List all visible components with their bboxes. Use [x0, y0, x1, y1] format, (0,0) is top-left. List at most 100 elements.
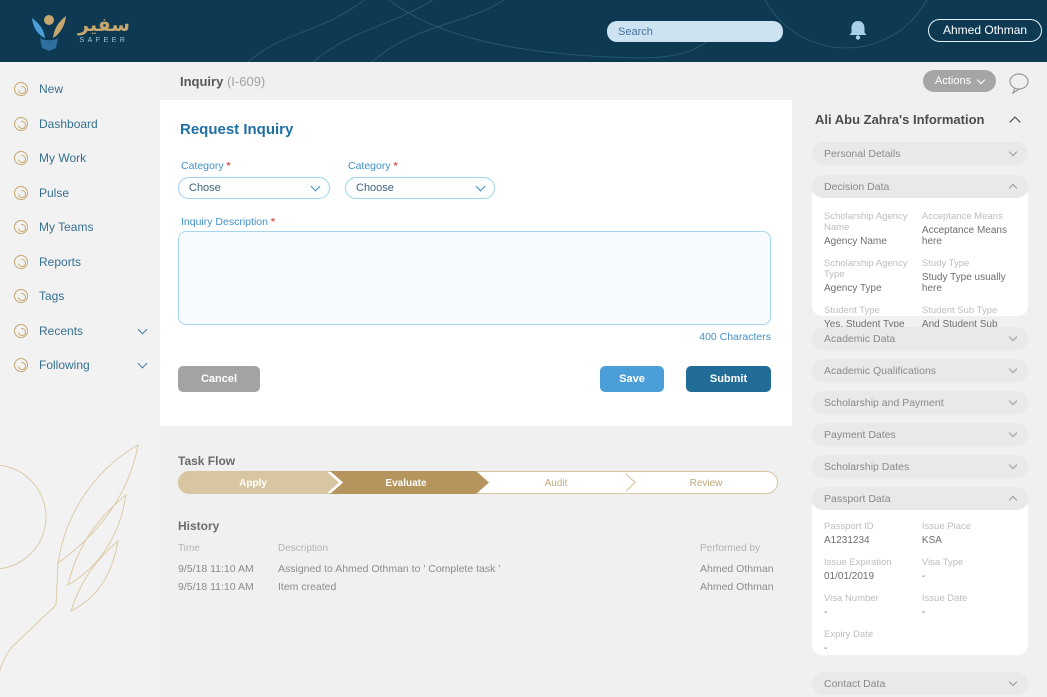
top-navbar: سفير SAFEER Ahmed Othman	[0, 0, 1047, 62]
page-item-id: (I-609)	[227, 74, 265, 89]
accordion-scholarship-dates[interactable]: Scholarship Dates	[812, 455, 1028, 478]
form-heading: Request Inquiry	[180, 121, 293, 138]
category-1-label: Category *	[181, 160, 231, 172]
sidebar-item-new[interactable]: New	[0, 72, 160, 107]
chevron-up-icon[interactable]	[1009, 116, 1020, 127]
chevron-down-icon	[1009, 429, 1017, 437]
sidebar-item-label: Pulse	[39, 186, 146, 200]
accordion-academic-data[interactable]: Academic Data	[812, 327, 1028, 350]
circle-placeholder-icon	[14, 324, 28, 338]
sidebar-item-recents[interactable]: Recents	[0, 314, 160, 349]
wing-watermark	[0, 437, 160, 697]
task-flow-step-evaluate[interactable]: Evaluate	[385, 478, 427, 489]
history-description: Assigned to Ahmed Othman to ' Complete t…	[278, 563, 500, 575]
sidebar-item-label: New	[39, 82, 146, 96]
info-field: Issue Expiration 01/01/2019	[824, 557, 922, 582]
info-field: Study Type Study Type usually here	[922, 258, 1016, 294]
history-performed-by: Ahmed Othman	[700, 581, 774, 593]
safeer-logo[interactable]: سفير SAFEER	[26, 8, 130, 52]
chevron-down-icon	[138, 359, 148, 369]
character-counter: 400 Characters	[571, 331, 771, 343]
chevron-down-icon	[138, 324, 148, 334]
notification-bell-icon[interactable]	[848, 20, 868, 47]
sidebar-item-pulse[interactable]: Pulse	[0, 176, 160, 211]
history-title: History	[178, 519, 219, 533]
sidebar-item-label: Tags	[39, 289, 146, 303]
accordion-decision-data[interactable]: Decision Data	[812, 175, 1028, 198]
submit-button[interactable]: Submit	[686, 366, 771, 392]
comment-bubble-icon[interactable]	[1008, 72, 1030, 99]
sidebar-item-label: My Teams	[39, 220, 146, 234]
circle-placeholder-icon	[14, 117, 28, 131]
decision-data-content: Scholarship Agency Name Agency Name Acce…	[812, 187, 1028, 316]
brand-name-latin: SAFEER	[79, 37, 128, 44]
info-field: Acceptance Means Acceptance Means here	[922, 211, 1016, 247]
accordion-passport-data[interactable]: Passport Data	[812, 487, 1028, 510]
description-label: Inquiry Description *	[181, 216, 275, 228]
user-menu-button[interactable]: Ahmed Othman	[928, 19, 1042, 42]
sidebar-item-dashboard[interactable]: Dashboard	[0, 107, 160, 142]
info-field: Passport ID A1231234	[824, 521, 922, 546]
inquiry-description-textarea[interactable]	[178, 231, 771, 325]
history-performed-by: Ahmed Othman	[700, 563, 774, 575]
sidebar-menu: New Dashboard My Work Pulse My Teams Rep…	[0, 62, 160, 383]
page-title-text: Inquiry	[180, 74, 223, 89]
chevron-down-icon	[1009, 461, 1017, 469]
category-2-value: Choose	[356, 182, 394, 194]
sidebar-item-label: Reports	[39, 255, 146, 269]
info-field: Visa Number -	[824, 593, 922, 618]
circle-placeholder-icon	[14, 289, 28, 303]
chevron-down-icon	[1009, 678, 1017, 686]
circle-placeholder-icon	[14, 186, 28, 200]
accordion-contact-data[interactable]: Contact Data	[812, 672, 1028, 695]
sidebar-item-my-work[interactable]: My Work	[0, 141, 160, 176]
category-2-select[interactable]: Choose	[345, 177, 495, 199]
accordion-scholarship-and-payment[interactable]: Scholarship and Payment	[812, 391, 1028, 414]
sidebar-item-my-teams[interactable]: My Teams	[0, 210, 160, 245]
circle-placeholder-icon	[14, 255, 28, 269]
history-time: 9/5/18 11:10 AM	[178, 563, 254, 575]
info-field: Scholarship Agency Name Agency Name	[824, 211, 922, 247]
left-sidebar: New Dashboard My Work Pulse My Teams Rep…	[0, 62, 160, 697]
info-panel-title: Ali Abu Zahra's Information	[815, 112, 984, 127]
safeer-logo-icon	[26, 8, 72, 52]
sidebar-item-reports[interactable]: Reports	[0, 245, 160, 280]
circle-placeholder-icon	[14, 358, 28, 372]
chevron-down-icon	[1009, 148, 1017, 156]
sidebar-item-tags[interactable]: Tags	[0, 279, 160, 314]
chevron-up-icon	[1009, 184, 1017, 192]
task-flow-stepper[interactable]: Apply Evaluate Audit Review	[178, 471, 778, 494]
chevron-down-icon	[1009, 333, 1017, 341]
cancel-button[interactable]: Cancel	[178, 366, 260, 392]
sidebar-item-following[interactable]: Following	[0, 348, 160, 383]
sidebar-item-label: Following	[39, 358, 139, 372]
search-input[interactable]	[607, 21, 783, 42]
actions-button[interactable]: Actions	[923, 70, 996, 92]
accordion-personal-details[interactable]: Personal Details	[812, 142, 1028, 165]
brand-name-arabic: سفير	[78, 16, 130, 35]
accordion-payment-dates[interactable]: Payment Dates	[812, 423, 1028, 446]
history-column-performed-by: Performed by	[700, 543, 760, 554]
required-asterisk: *	[394, 160, 398, 172]
accordion-academic-qualifications[interactable]: Academic Qualifications	[812, 359, 1028, 382]
sidebar-item-label: My Work	[39, 151, 146, 165]
task-flow-step-apply[interactable]: Apply	[239, 478, 267, 489]
sidebar-item-label: Recents	[39, 324, 139, 338]
task-flow-title: Task Flow	[178, 454, 235, 468]
chevron-down-icon	[1009, 365, 1017, 373]
task-flow-step-audit[interactable]: Audit	[545, 478, 568, 489]
category-1-select[interactable]: Chose	[178, 177, 330, 199]
info-field: Scholarship Agency Type Agency Type	[824, 258, 922, 294]
task-flow-step-review[interactable]: Review	[690, 478, 724, 489]
chevron-down-icon	[311, 182, 321, 192]
info-field: Issue Place KSA	[922, 521, 1016, 546]
history-column-time: Time	[178, 543, 200, 554]
actions-button-label: Actions	[935, 75, 971, 87]
history-column-description: Description	[278, 543, 328, 554]
page-title: Inquiry (I-609)	[180, 74, 265, 89]
passport-data-content: Passport ID A1231234 Issue Place KSA Iss…	[812, 499, 1028, 655]
save-button[interactable]: Save	[600, 366, 664, 392]
chevron-down-icon	[1009, 397, 1017, 405]
chevron-down-icon	[476, 182, 486, 192]
circle-placeholder-icon	[14, 151, 28, 165]
